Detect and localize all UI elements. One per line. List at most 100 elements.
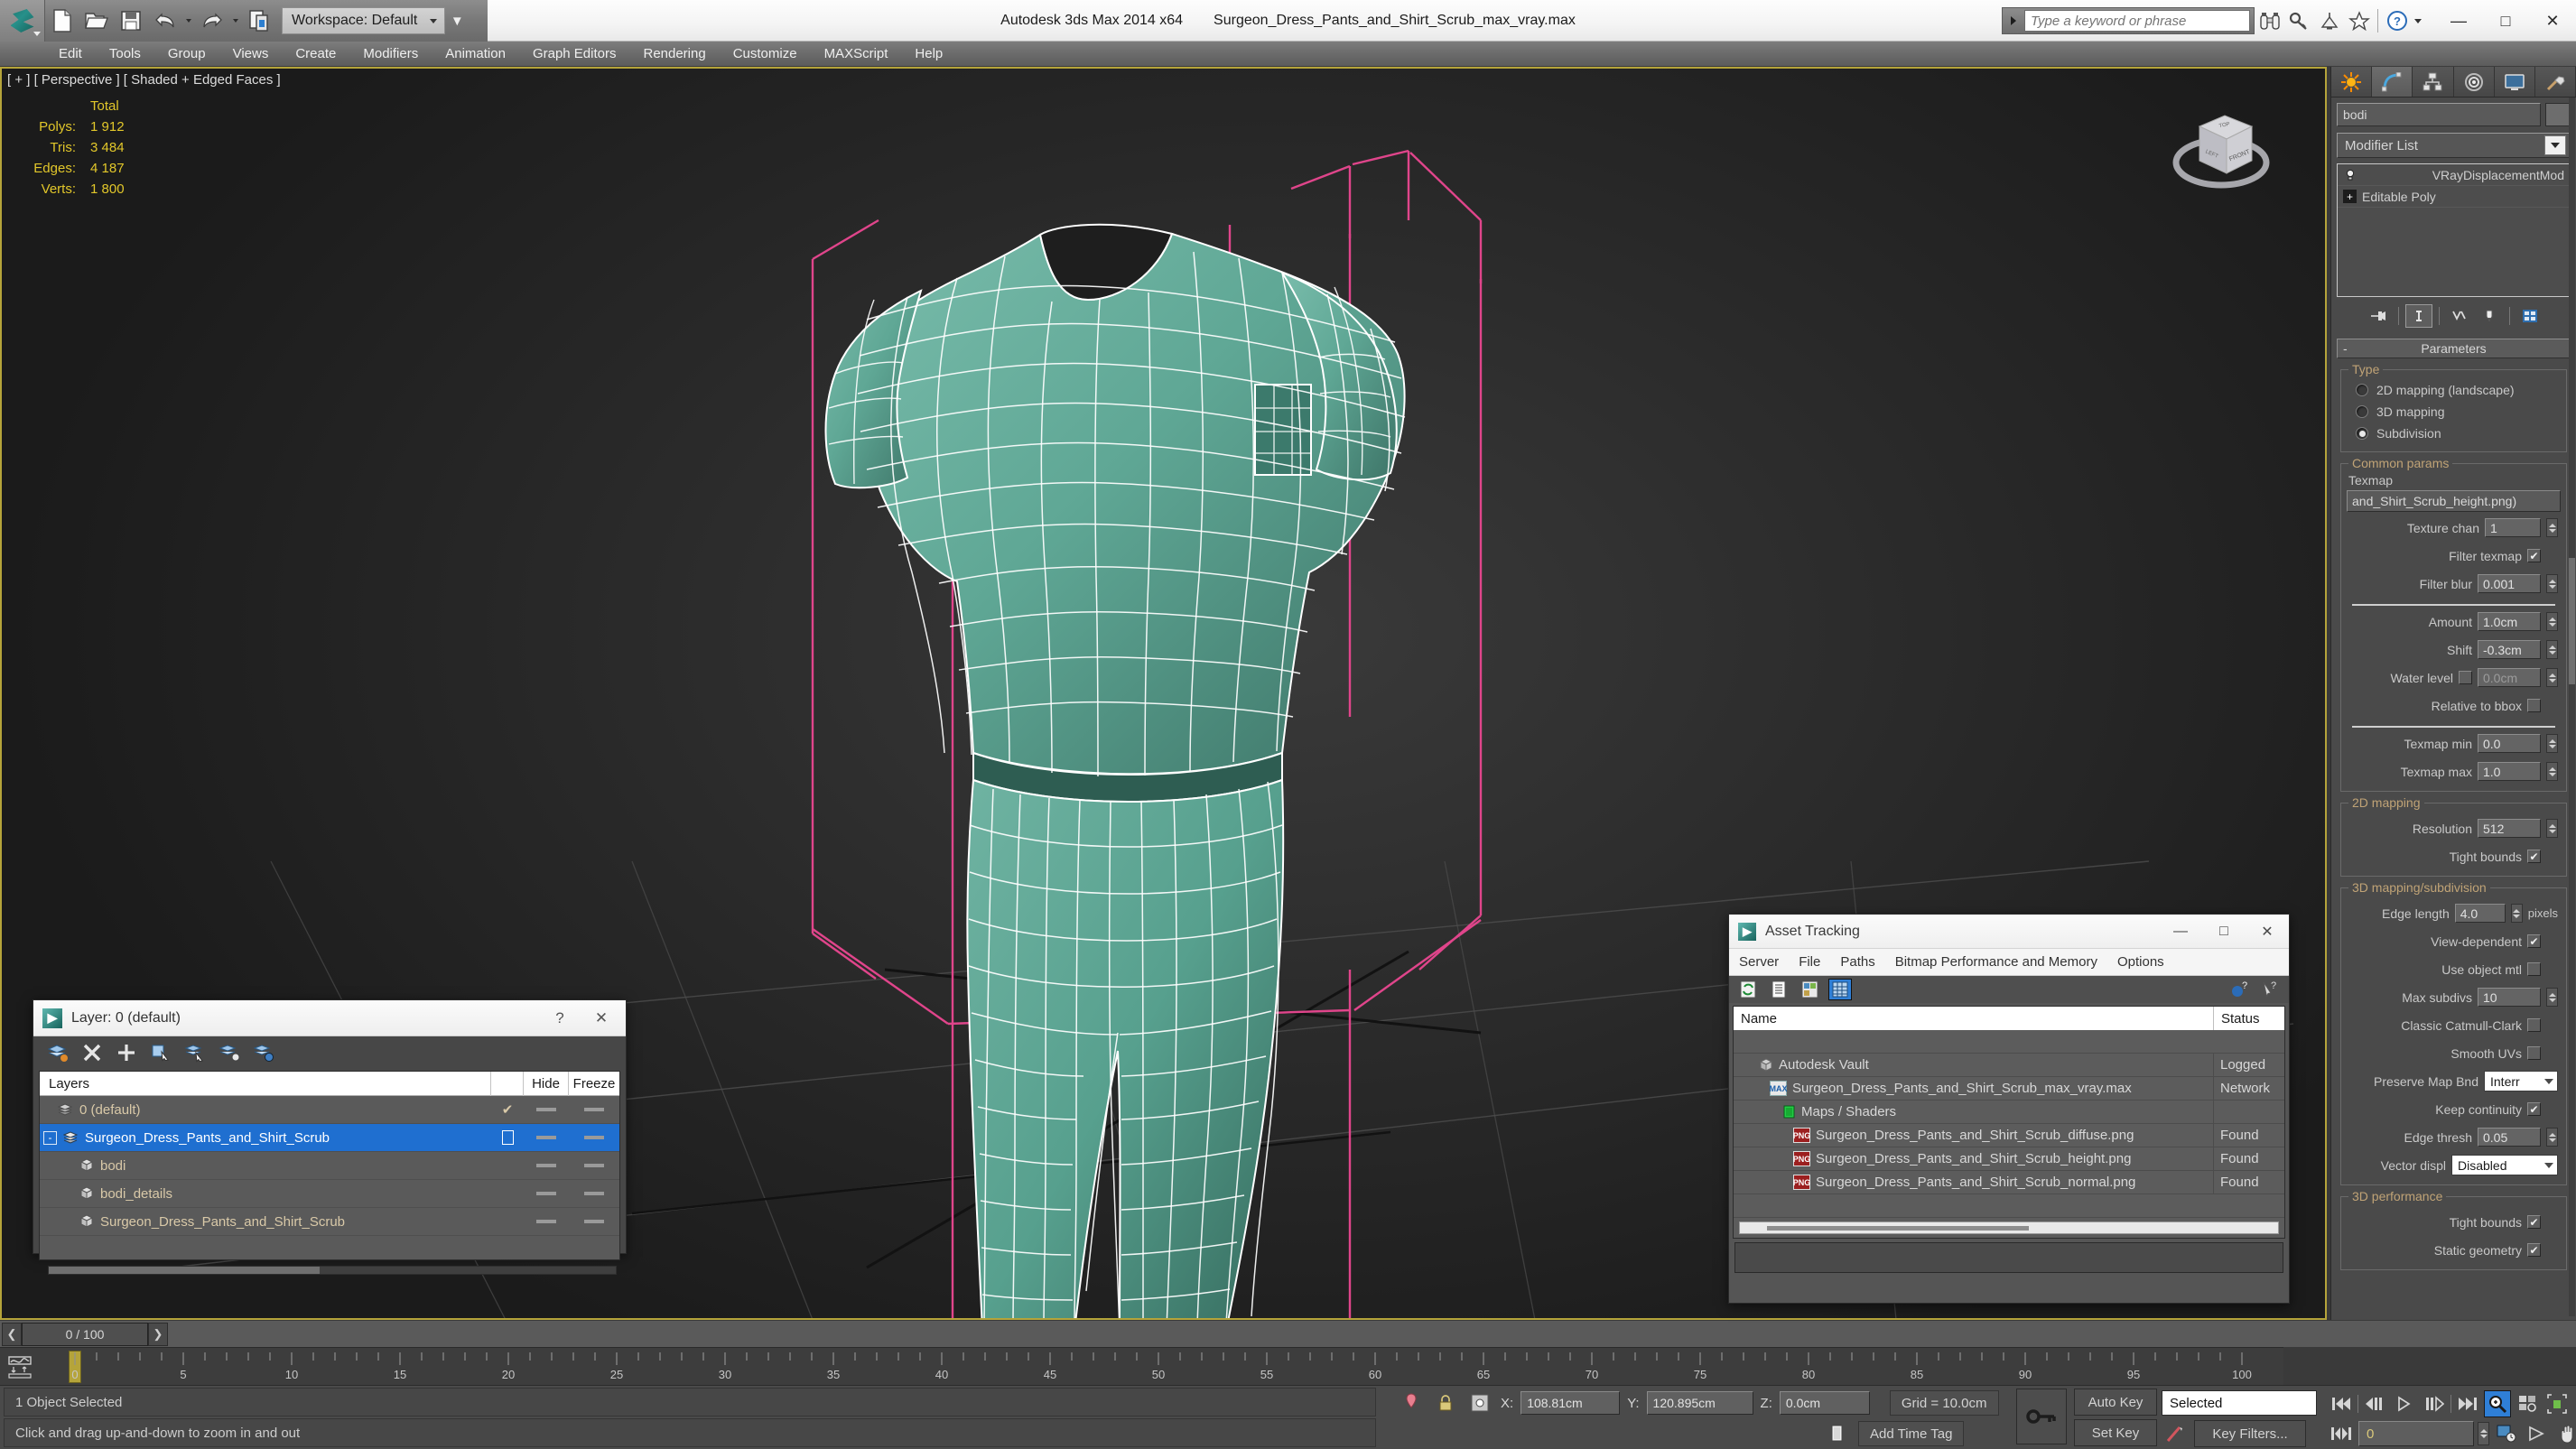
menu-item-customize[interactable]: Customize xyxy=(720,42,811,67)
shift-input[interactable]: -0.3cm xyxy=(2478,640,2541,659)
search-box[interactable] xyxy=(2002,7,2255,34)
plus-box-icon[interactable]: + xyxy=(2343,190,2357,203)
menu-item-bitmap-performance[interactable]: Bitmap Performance and Memory xyxy=(1885,954,2107,970)
edge-length-spinner[interactable] xyxy=(2510,904,2523,923)
menu-item-views[interactable]: Views xyxy=(219,42,283,67)
radio-icon[interactable] xyxy=(2356,384,2368,396)
amount-spinner[interactable] xyxy=(2546,612,2558,631)
freeze-toggle[interactable] xyxy=(569,1164,619,1167)
water-level-checkbox[interactable] xyxy=(2459,671,2472,684)
create-new-layer-icon[interactable] xyxy=(42,1039,73,1066)
lock-icon[interactable] xyxy=(1432,1389,1459,1416)
search-expand-icon[interactable] xyxy=(2006,16,2021,25)
radio-3d-mapping[interactable]: 3D mapping xyxy=(2347,401,2561,423)
current-frame-field[interactable]: 0 xyxy=(2358,1421,2474,1446)
asset-tracking-dialog[interactable]: ▶ Asset Tracking — □ ✕ Server File Paths… xyxy=(1728,914,2290,1304)
edge-thresh-spinner[interactable] xyxy=(2546,1128,2558,1147)
command-panel-scrollbar[interactable] xyxy=(2569,98,2575,1316)
view-cube[interactable]: TOP LEFT FRONT xyxy=(2167,103,2275,202)
layer-table[interactable]: Layers Hide Freeze 0 (default) ✔ - Surge… xyxy=(39,1071,620,1260)
object-name-field[interactable]: bodi xyxy=(2337,103,2541,126)
table-row[interactable]: PNG Surgeon_Dress_Pants_and_Shirt_Scrub_… xyxy=(1734,1123,2284,1147)
coord-y-field[interactable]: 120.895cm xyxy=(1646,1391,1753,1415)
layer-dialog[interactable]: ▶ Layer: 0 (default) ? ✕ Layers Hide Fre… xyxy=(33,999,627,1275)
asset-tracking-titlebar[interactable]: ▶ Asset Tracking — □ ✕ xyxy=(1729,915,2289,949)
time-tag-icon[interactable] xyxy=(1824,1420,1851,1447)
list-view-icon[interactable] xyxy=(1767,979,1790,1000)
menu-item-options[interactable]: Options xyxy=(2107,954,2174,970)
freeze-toggle[interactable] xyxy=(569,1108,619,1111)
zoom-extents-icon[interactable] xyxy=(2543,1390,2571,1417)
radio-2d-mapping[interactable]: 2D mapping (landscape) xyxy=(2347,379,2561,401)
modifier-list-dropdown[interactable]: Modifier List xyxy=(2337,133,2571,158)
pin-stack-icon[interactable] xyxy=(2365,304,2392,328)
asset-list[interactable]: Name Status Autodesk Vault Logged MAX Su… xyxy=(1733,1006,2285,1239)
open-file-icon[interactable] xyxy=(79,3,114,39)
edge-length-input[interactable]: 4.0 xyxy=(2454,904,2506,923)
stack-item-vraydisplacementmod[interactable]: VRayDisplacementMod xyxy=(2338,164,2570,186)
texmap-min-spinner[interactable] xyxy=(2546,734,2558,753)
hide-toggle[interactable] xyxy=(524,1136,569,1139)
display-tab[interactable] xyxy=(2494,67,2535,97)
grid-view-icon[interactable] xyxy=(1828,979,1852,1000)
menu-item-maxscript[interactable]: MAXScript xyxy=(811,42,902,67)
texmap-max-spinner[interactable] xyxy=(2546,762,2558,781)
minimize-button[interactable]: — xyxy=(2435,0,2482,42)
minimize-button[interactable]: — xyxy=(2159,915,2202,948)
resolution-spinner[interactable] xyxy=(2546,819,2558,838)
filter-blur-spinner[interactable] xyxy=(2546,574,2558,593)
coord-x-field[interactable]: 108.81cm xyxy=(1520,1391,1621,1415)
menu-item-modifiers[interactable]: Modifiers xyxy=(349,42,432,67)
table-row[interactable]: PNG Surgeon_Dress_Pants_and_Shirt_Scrub_… xyxy=(1734,1147,2284,1171)
workspace-selector[interactable]: Workspace: Default xyxy=(282,7,446,34)
filter-blur-input[interactable]: 0.001 xyxy=(2478,574,2541,593)
use-object-mtl-checkbox[interactable] xyxy=(2527,962,2541,976)
previous-frame-button[interactable]: ❮ xyxy=(2,1322,22,1346)
satellite-dish-icon[interactable] xyxy=(2314,3,2344,39)
clone-icon[interactable] xyxy=(242,3,276,39)
qat-expand-icon[interactable]: ▼ xyxy=(445,3,469,39)
help-button[interactable]: ? xyxy=(539,1001,581,1036)
coord-z-field[interactable]: 0.0cm xyxy=(1779,1391,1870,1415)
water-level-spinner[interactable] xyxy=(2546,668,2558,687)
redo-dropdown-icon[interactable] xyxy=(229,3,242,39)
add-selection-icon[interactable] xyxy=(111,1039,142,1066)
close-icon[interactable]: ✕ xyxy=(2246,915,2289,948)
collapse-icon[interactable]: - xyxy=(2343,341,2348,356)
table-row[interactable]: 0 (default) ✔ xyxy=(40,1096,619,1124)
filter-texmap-checkbox[interactable]: ✔ xyxy=(2527,549,2541,562)
hide-toggle[interactable] xyxy=(524,1220,569,1223)
search-input[interactable] xyxy=(2024,10,2250,32)
show-end-result-icon[interactable] xyxy=(2404,304,2432,328)
configure-sets-icon[interactable] xyxy=(2516,304,2543,328)
key-icon[interactable] xyxy=(2284,3,2314,39)
scrollbar-thumb[interactable] xyxy=(49,1267,320,1274)
menu-item-paths[interactable]: Paths xyxy=(1830,954,1884,970)
star-icon[interactable] xyxy=(2344,3,2374,39)
viewport-label[interactable]: [ + ] [ Perspective ] [ Shaded + Edged F… xyxy=(7,72,281,88)
set-key-button[interactable]: Set Key xyxy=(2074,1419,2157,1446)
object-color-swatch[interactable] xyxy=(2545,103,2571,126)
make-unique-icon[interactable] xyxy=(2446,304,2473,328)
table-row[interactable]: PNG Surgeon_Dress_Pants_and_Shirt_Scrub_… xyxy=(1734,1170,2284,1194)
detail-view-icon[interactable] xyxy=(1798,979,1821,1000)
table-row[interactable]: bodi xyxy=(40,1152,619,1180)
table-row[interactable]: Maps / Shaders xyxy=(1734,1100,2284,1124)
new-file-icon[interactable] xyxy=(45,3,79,39)
go-to-start-icon[interactable] xyxy=(2328,1390,2355,1417)
shift-spinner[interactable] xyxy=(2546,640,2558,659)
select-highlighted-icon[interactable] xyxy=(180,1039,210,1066)
table-row[interactable]: MAX Surgeon_Dress_Pants_and_Shirt_Scrub_… xyxy=(1734,1076,2284,1101)
hierarchy-tab[interactable] xyxy=(2413,67,2454,97)
keep-continuity-checkbox[interactable]: ✔ xyxy=(2527,1102,2541,1116)
delete-layer-icon[interactable] xyxy=(77,1039,107,1066)
motion-tab[interactable] xyxy=(2453,67,2495,97)
max-subdivs-input[interactable]: 10 xyxy=(2478,988,2541,1007)
help-cursor-icon[interactable]: ? xyxy=(2258,979,2282,1000)
resolution-input[interactable]: 512 xyxy=(2478,819,2541,838)
stack-item-editable-poly[interactable]: + Editable Poly xyxy=(2338,186,2570,208)
relative-bbox-checkbox[interactable] xyxy=(2527,699,2541,712)
frame-display[interactable]: 0 / 100 xyxy=(22,1322,148,1346)
menu-item-help[interactable]: Help xyxy=(901,42,956,67)
max-subdivs-spinner[interactable] xyxy=(2546,988,2558,1007)
